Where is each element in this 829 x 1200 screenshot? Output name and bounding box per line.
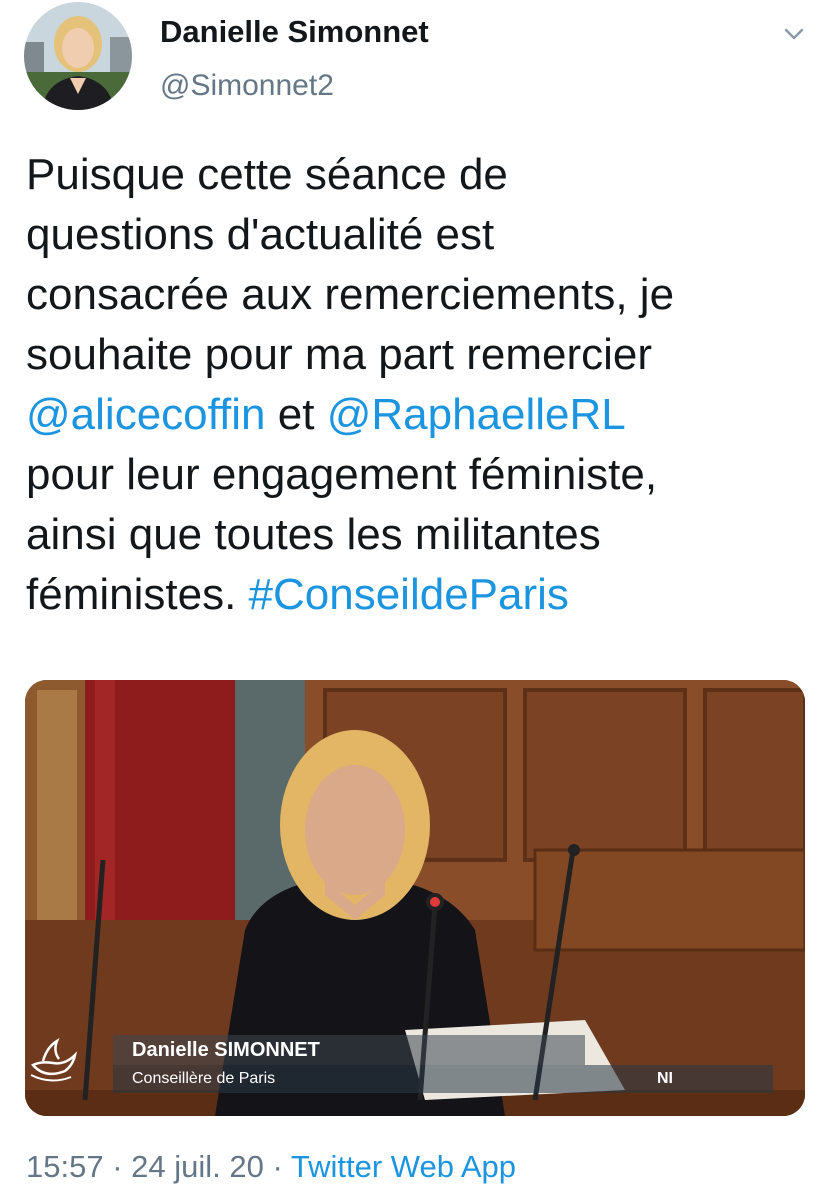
profile-photo	[24, 2, 132, 110]
tweet-line: féministes. #ConseildeParis	[26, 565, 806, 625]
tweet-footer: 15:57 · 24 juil. 20 · Twitter Web App	[26, 1147, 516, 1187]
tweet-text-end: féministes.	[26, 570, 249, 619]
tweet-line: Puisque cette séance de	[26, 150, 508, 199]
caption-name: Danielle SIMONNET	[132, 1039, 320, 1061]
caption-party: NI	[657, 1070, 673, 1087]
tweet-line: souhaite pour ma part remercier	[26, 330, 653, 379]
tweet-source-link[interactable]: Twitter Web App	[291, 1149, 516, 1184]
footer-separator: ·	[263, 1149, 291, 1184]
tweet-time[interactable]: 15:57	[26, 1149, 104, 1184]
caption-role: Conseillère de Paris	[132, 1070, 276, 1087]
lower-third-caption: Danielle SIMONNET Conseillère de Paris N…	[25, 1035, 805, 1093]
tweet-line: @alicecoffin et @RaphaelleRL	[26, 385, 806, 445]
mention-link-raphaellerl[interactable]: @RaphaelleRL	[327, 390, 626, 439]
avatar[interactable]	[24, 2, 132, 110]
display-name[interactable]: Danielle Simonnet	[160, 12, 429, 52]
tweet-text: Puisque cette séance de questions d'actu…	[26, 145, 806, 625]
hashtag-link[interactable]: #ConseildeParis	[249, 570, 569, 619]
tweet-text-connector: et	[265, 390, 327, 439]
tweet-line: ainsi que toutes les militantes	[26, 510, 601, 559]
paris-logo-icon	[30, 1038, 78, 1082]
tweet-date[interactable]: 24 juil. 20	[131, 1149, 264, 1184]
tweet-line: consacrée aux remerciements, je	[26, 270, 675, 319]
tweet-line: questions d'actualité est	[26, 210, 495, 259]
tweet-media-image[interactable]: Danielle SIMONNET Conseillère de Paris N…	[25, 680, 805, 1116]
tweet-line: pour leur engagement féministe,	[26, 450, 658, 499]
chevron-down-icon[interactable]	[780, 20, 808, 48]
mention-link-alicecoffin[interactable]: @alicecoffin	[26, 390, 266, 439]
footer-separator: ·	[103, 1149, 132, 1184]
user-handle[interactable]: @Simonnet2	[160, 66, 334, 106]
